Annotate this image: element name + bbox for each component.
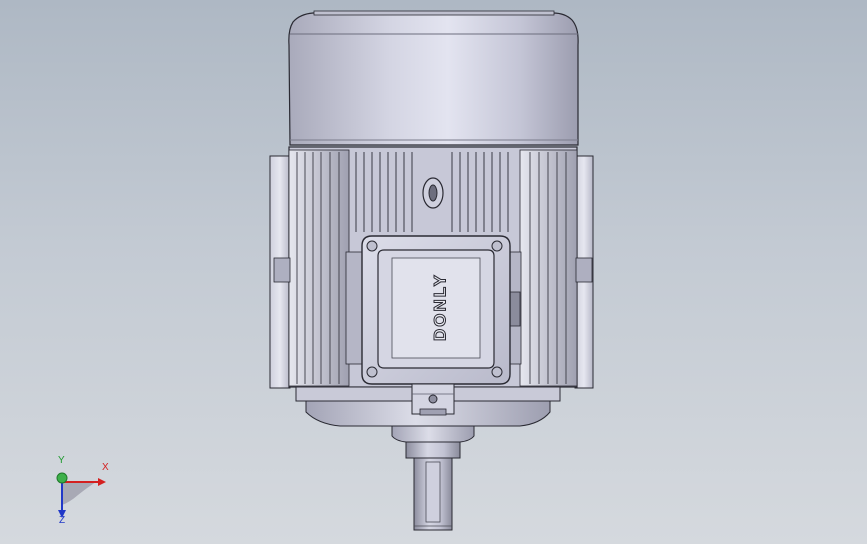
motor-model[interactable]: DONLY (0, 0, 867, 544)
nameplate-logo: DONLY (430, 273, 449, 341)
y-axis-label: Y (58, 455, 65, 466)
orientation-triad[interactable]: X Y Z (40, 456, 120, 535)
x-axis-arrow (98, 478, 106, 486)
graphics-viewport[interactable]: DONLY X Y Z (0, 0, 867, 544)
z-axis-label: Z (59, 515, 66, 526)
x-axis-label: X (102, 462, 109, 473)
motor-shaft[interactable] (405, 441, 461, 531)
lifting-eye[interactable] (422, 177, 444, 209)
fan-cover[interactable] (288, 10, 579, 146)
end-shield[interactable] (295, 383, 561, 443)
y-axis-sphere (56, 472, 68, 484)
terminal-box[interactable]: DONLY (345, 235, 522, 385)
triad-plane (62, 482, 96, 505)
